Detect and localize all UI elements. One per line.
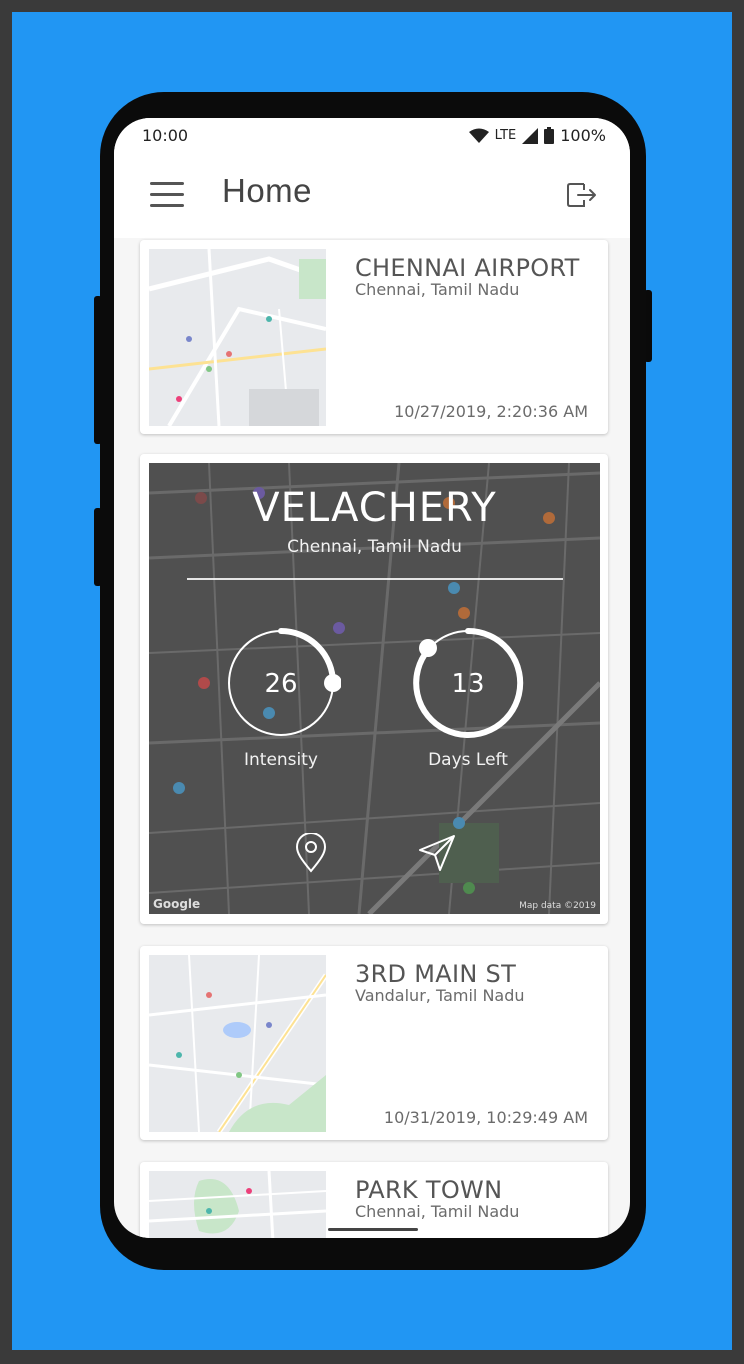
location-card[interactable]: PARK TOWN Chennai, Tamil Nadu	[140, 1162, 608, 1238]
card-subtitle: Chennai, Tamil Nadu	[355, 280, 520, 299]
title-divider	[187, 578, 563, 580]
navigate-icon[interactable]	[417, 833, 457, 873]
card-title: PARK TOWN	[355, 1176, 503, 1204]
card-subtitle: Vandalur, Tamil Nadu	[355, 986, 525, 1005]
card-timestamp: 10/31/2019, 10:29:49 AM	[383, 1108, 588, 1127]
location-card[interactable]: CHENNAI AIRPORT Chennai, Tamil Nadu 10/2…	[140, 240, 608, 434]
map-credit: Map data ©2019	[519, 901, 596, 911]
intensity-value: 26	[264, 669, 298, 699]
home-indicator[interactable]	[328, 1228, 418, 1231]
wifi-icon	[468, 128, 489, 143]
screen: 10:00 LTE 100% Home CHENNAI AIRPORT Chen…	[114, 118, 630, 1238]
app-bar: Home	[114, 152, 630, 238]
card-subtitle: Chennai, Tamil Nadu	[355, 1202, 520, 1221]
battery-icon	[544, 127, 555, 144]
google-logo: Google	[153, 897, 201, 911]
featured-location-card[interactable]: VELACHERY Chennai, Tamil Nadu 26 Intensi…	[140, 454, 608, 924]
signal-icon	[522, 127, 539, 144]
status-bar: 10:00 LTE 100%	[114, 118, 630, 152]
featured-map: VELACHERY Chennai, Tamil Nadu 26 Intensi…	[149, 463, 600, 914]
network-type: LTE	[494, 128, 517, 143]
page-title: Home	[222, 172, 313, 209]
intensity-label: Intensity	[244, 750, 318, 770]
map-thumbnail	[149, 955, 326, 1132]
map-thumbnail	[149, 249, 326, 426]
location-pin-icon[interactable]	[291, 833, 331, 873]
featured-subtitle: Chennai, Tamil Nadu	[287, 537, 462, 557]
card-title: 3RD MAIN ST	[355, 960, 517, 988]
card-timestamp: 10/27/2019, 2:20:36 AM	[394, 402, 588, 421]
location-card[interactable]: 3RD MAIN ST Vandalur, Tamil Nadu 10/31/2…	[140, 946, 608, 1140]
featured-title: VELACHERY	[252, 485, 497, 531]
status-time: 10:00	[142, 126, 189, 145]
days-left-label: Days Left	[428, 750, 508, 770]
card-title: CHENNAI AIRPORT	[355, 254, 580, 282]
status-indicators: LTE 100%	[468, 126, 606, 145]
battery-level: 100%	[560, 126, 606, 145]
menu-icon[interactable]	[150, 182, 184, 208]
map-thumbnail	[149, 1171, 326, 1238]
days-left-value: 13	[451, 669, 485, 699]
logout-icon[interactable]	[566, 180, 598, 210]
